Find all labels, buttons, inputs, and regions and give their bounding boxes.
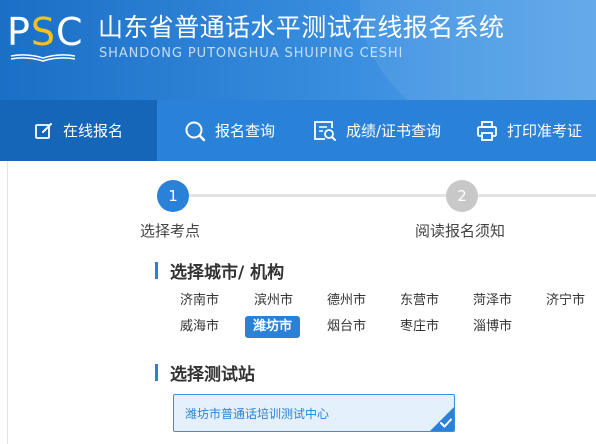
- station-label: 潍坊市普通话培训测试中心: [185, 407, 330, 421]
- printer-icon: [477, 120, 497, 141]
- step-2-label: 阅读报名须知: [415, 222, 506, 240]
- step-connector: [478, 194, 596, 197]
- city-option[interactable]: 济南市: [180, 290, 219, 312]
- page: PSC 山东省普通话水平测试在线报名系统 SHANDONG PUTONGHUA …: [0, 0, 596, 444]
- edit-icon: [35, 122, 52, 139]
- main-content: 1 选择考点 2 阅读报名须知 选择城市/ 机构 济南市 滨州市 德州市 东营市…: [0, 161, 596, 444]
- nav-label: 成绩/证书查询: [346, 122, 442, 140]
- step-2-circle: 2: [446, 180, 478, 212]
- city-option[interactable]: 东营市: [400, 290, 439, 312]
- city-section-label: 选择城市/ 机构: [170, 263, 285, 283]
- nav-label: 打印准考证: [507, 122, 583, 140]
- section-marker: [155, 262, 158, 279]
- logo-letters: PSC: [7, 10, 84, 54]
- logo-letter-c: C: [56, 10, 84, 54]
- city-option[interactable]: 淄博市: [473, 316, 512, 338]
- city-option[interactable]: 威海市: [180, 316, 219, 338]
- logo-letter-s: S: [30, 10, 57, 54]
- page-subtitle: SHANDONG PUTONGHUA SHUIPING CESHI: [99, 46, 404, 61]
- section-marker: [155, 364, 158, 381]
- city-option[interactable]: 济宁市: [546, 290, 585, 312]
- search-icon: [185, 121, 206, 141]
- step-1-label: 选择考点: [140, 222, 201, 240]
- logo-book-icon: [10, 54, 76, 62]
- city-option[interactable]: 滨州市: [254, 290, 293, 312]
- main-nav: 在线报名 报名查询 成绩/证书查询 打印准考证: [0, 100, 596, 161]
- logo-letter-p: P: [7, 10, 31, 54]
- nav-item-registration-query[interactable]: 报名查询: [184, 100, 275, 161]
- city-option[interactable]: 烟台市: [327, 316, 366, 338]
- nav-item-print-admission-ticket[interactable]: 打印准考证: [476, 100, 582, 161]
- certificate-search-icon: [314, 120, 336, 141]
- checkmark-icon: [440, 418, 452, 428]
- nav-item-online-registration[interactable]: 在线报名: [0, 100, 157, 161]
- city-option[interactable]: 枣庄市: [400, 316, 439, 338]
- page-title: 山东省普通话水平测试在线报名系统: [98, 13, 505, 42]
- nav-item-score-certificate-query[interactable]: 成绩/证书查询: [313, 100, 441, 161]
- station-section-title: 选择测试站: [155, 360, 255, 385]
- city-option[interactable]: 菏泽市: [473, 290, 512, 312]
- city-section-title: 选择城市/ 机构: [155, 258, 284, 283]
- city-option[interactable]: 德州市: [327, 290, 366, 312]
- header-banner: PSC 山东省普通话水平测试在线报名系统 SHANDONG PUTONGHUA …: [0, 0, 596, 100]
- nav-label: 报名查询: [215, 122, 276, 140]
- station-section-label: 选择测试站: [170, 365, 255, 385]
- nav-label: 在线报名: [63, 122, 124, 140]
- city-option-selected[interactable]: 潍坊市: [245, 316, 301, 338]
- station-option-selected[interactable]: 潍坊市普通话培训测试中心: [173, 394, 455, 432]
- step-connector: [188, 194, 446, 197]
- step-1-circle: 1: [157, 180, 189, 212]
- content-left-border: [7, 161, 8, 444]
- psc-logo: PSC: [7, 10, 83, 62]
